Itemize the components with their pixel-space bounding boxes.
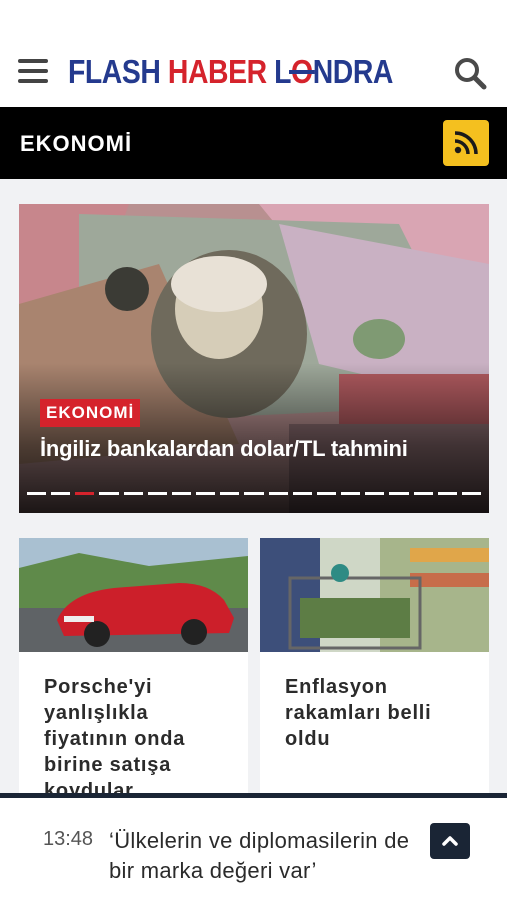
slider-dot[interactable]	[51, 492, 71, 495]
news-card[interactable]: Enflasyon rakamları belli oldu	[260, 538, 489, 798]
card-title[interactable]: Enflasyon rakamları belli oldu	[285, 674, 475, 752]
slider-dot[interactable]	[461, 492, 481, 495]
site-logo[interactable]: FLASH HABER LONDRA	[68, 52, 393, 92]
rss-button[interactable]	[443, 120, 489, 166]
site-header: FLASH HABER LONDRA	[0, 0, 507, 107]
chevron-up-icon	[442, 836, 458, 846]
news-ticker[interactable]: 13:48 ‘Ülkelerin ve diplomasilerin de bi…	[0, 793, 507, 900]
slider-dot[interactable]	[244, 492, 264, 495]
slider-dot[interactable]	[341, 492, 361, 495]
category-title: EKONOMİ	[20, 131, 133, 156]
slider-dot[interactable]	[27, 492, 47, 495]
slider-dot[interactable]	[147, 492, 167, 495]
news-card[interactable]: Porsche'yi yanlışlıkla fiyatının onda bi…	[19, 538, 248, 798]
slider-dot[interactable]	[75, 492, 95, 495]
slider-dot[interactable]	[292, 492, 312, 495]
search-icon[interactable]	[453, 56, 487, 90]
slider-dot[interactable]	[99, 492, 119, 495]
slider-dot[interactable]	[437, 492, 457, 495]
slider-dot[interactable]	[365, 492, 385, 495]
category-bar: EKONOMİ	[0, 107, 507, 179]
slider-dot[interactable]	[316, 492, 337, 495]
scroll-top-button[interactable]	[430, 823, 470, 859]
card-title[interactable]: Porsche'yi yanlışlıkla fiyatının onda bi…	[44, 674, 234, 798]
featured-slider[interactable]: EKONOMİ İngiliz bankalardan dolar/TL tah…	[19, 204, 489, 513]
slider-dot[interactable]	[389, 492, 409, 495]
slider-dot[interactable]	[413, 492, 433, 495]
hero-headline[interactable]: İngiliz bankalardan dolar/TL tahmini	[40, 436, 408, 462]
shopping-cart-image	[260, 538, 489, 652]
hamburger-menu-icon[interactable]	[18, 59, 48, 85]
car-image	[19, 538, 248, 652]
slider-dot[interactable]	[220, 492, 240, 495]
slider-dot[interactable]	[123, 492, 143, 495]
ticker-headline[interactable]: ‘Ülkelerin ve diplomasilerin de bir mark…	[109, 826, 429, 886]
ticker-time: 13:48	[43, 828, 94, 850]
rss-icon	[454, 131, 478, 155]
slider-dot[interactable]	[171, 492, 192, 495]
slider-pagination	[27, 492, 481, 498]
slider-dot[interactable]	[196, 492, 216, 495]
slider-dot[interactable]	[268, 492, 288, 495]
hero-category-badge[interactable]: EKONOMİ	[40, 399, 141, 427]
